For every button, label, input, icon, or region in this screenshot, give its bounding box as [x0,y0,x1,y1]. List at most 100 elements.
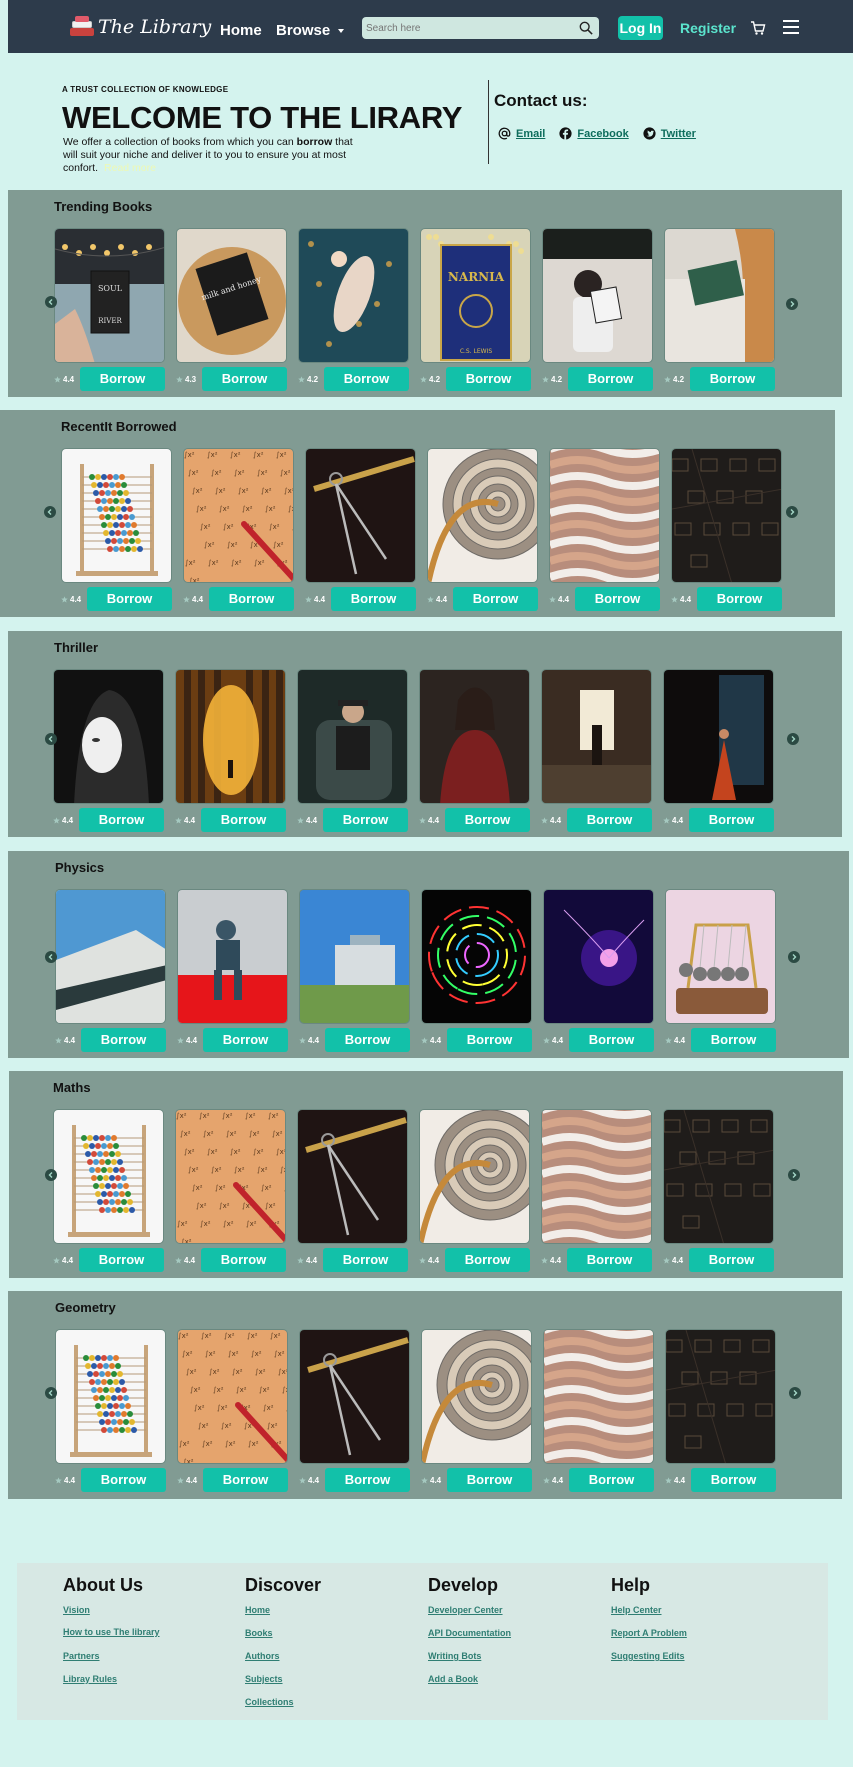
book-cover-image[interactable] [543,1329,654,1464]
footer-link-api-documentation[interactable]: API Documentation [428,1628,511,1638]
book-cover-image[interactable] [421,889,532,1024]
borrow-button[interactable]: Borrow [201,1248,286,1272]
footer-link-partners[interactable]: Partners [63,1651,160,1661]
footer-link-vision[interactable]: Vision [63,1605,160,1615]
book-cover-image[interactable] [541,669,652,804]
carousel-prev-button[interactable] [45,1387,57,1399]
carousel-next-button[interactable] [789,1387,801,1399]
book-cover-image[interactable] [665,889,776,1024]
footer-link-writing-bots[interactable]: Writing Bots [428,1651,511,1661]
book-cover-image[interactable] [299,1329,410,1464]
borrow-button[interactable]: Borrow [447,1028,532,1052]
book-cover-image[interactable] [177,889,288,1024]
book-cover-image[interactable] [421,1329,532,1464]
borrow-button[interactable]: Borrow [203,1468,288,1492]
borrow-button[interactable]: Borrow [567,808,652,832]
carousel-prev-button[interactable] [45,951,57,963]
carousel-next-button[interactable] [788,1169,800,1181]
book-cover-image[interactable] [419,1109,530,1244]
borrow-button[interactable]: Borrow [201,808,286,832]
book-cover-image[interactable] [664,228,775,363]
contact-facebook-link[interactable]: Facebook [559,127,629,140]
footer-link-add-a-book[interactable]: Add a Book [428,1674,511,1684]
borrow-button[interactable]: Borrow [569,1028,654,1052]
borrow-button[interactable]: Borrow [445,1248,530,1272]
book-cover-image[interactable] [298,228,409,363]
nav-home-link[interactable]: Home [220,22,262,39]
borrow-button[interactable]: Borrow [87,587,172,611]
brand-logo[interactable]: The Library [70,12,211,42]
book-cover-image[interactable]: NARNIA C.S. LEWIS [420,228,531,363]
borrow-button[interactable]: Borrow [568,367,653,391]
borrow-button[interactable]: Borrow [689,808,774,832]
borrow-button[interactable]: Borrow [80,367,165,391]
borrow-button[interactable]: Borrow [324,367,409,391]
carousel-next-button[interactable] [786,298,798,310]
carousel-next-button[interactable] [786,506,798,518]
borrow-button[interactable]: Borrow [445,808,530,832]
borrow-button[interactable]: Borrow [575,587,660,611]
footer-link-books[interactable]: Books [245,1628,321,1638]
footer-link-report-problem[interactable]: Report A Problem [611,1628,687,1638]
book-cover-image[interactable] [543,889,654,1024]
footer-link-suggesting-edits[interactable]: Suggesting Edits [611,1651,687,1661]
book-cover-image[interactable] [671,448,782,583]
book-cover-image[interactable] [419,669,530,804]
book-cover-image[interactable] [297,669,408,804]
book-cover-image[interactable] [665,1329,776,1464]
borrow-button[interactable]: Borrow [209,587,294,611]
borrow-button[interactable]: Borrow [690,367,775,391]
register-link[interactable]: Register [680,20,736,36]
contact-email-link[interactable]: Email [498,127,545,140]
book-cover-image[interactable] [55,889,166,1024]
borrow-button[interactable]: Borrow [323,808,408,832]
footer-link-how-to-use[interactable]: How to use The library [63,1627,160,1637]
borrow-button[interactable]: Borrow [323,1248,408,1272]
book-cover-image[interactable]: SOUL RIVER [54,228,165,363]
book-cover-image[interactable] [663,1109,774,1244]
borrow-button[interactable]: Borrow [691,1468,776,1492]
borrow-button[interactable]: Borrow [446,367,531,391]
book-cover-image[interactable] [175,669,286,804]
footer-link-developer-center[interactable]: Developer Center [428,1605,511,1615]
borrow-button[interactable]: Borrow [202,367,287,391]
borrow-button[interactable]: Borrow [331,587,416,611]
borrow-button[interactable]: Borrow [453,587,538,611]
borrow-button[interactable]: Borrow [79,808,164,832]
borrow-button[interactable]: Borrow [697,587,782,611]
footer-link-authors[interactable]: Authors [245,1651,321,1661]
carousel-prev-button[interactable] [45,296,57,308]
contact-twitter-link[interactable]: Twitter [643,127,696,140]
book-cover-image[interactable]: ∫x² ∫x² ∫x² ∫x² ∫x² ∫x² ∫x² ∫x² ∫x² ∫x² ∫x² ∫x² ∫x² ∫… [177,1329,288,1464]
book-cover-image[interactable] [305,448,416,583]
carousel-prev-button[interactable] [45,1169,57,1181]
book-cover-image[interactable]: ∫x² ∫x² ∫x² ∫x² ∫x² ∫x² ∫x² ∫x² ∫x² ∫x² ∫x² ∫x² ∫x² ∫… [175,1109,286,1244]
book-cover-image[interactable] [549,448,660,583]
borrow-button[interactable]: Borrow [203,1028,288,1052]
book-cover-image[interactable] [53,1109,164,1244]
book-cover-image[interactable] [53,669,164,804]
hamburger-menu-icon[interactable] [783,20,799,34]
book-cover-image[interactable] [663,669,774,804]
borrow-button[interactable]: Borrow [689,1248,774,1272]
book-cover-image[interactable] [61,448,172,583]
borrow-button[interactable]: Borrow [691,1028,776,1052]
book-cover-image[interactable]: ∫x² ∫x² ∫x² ∫x² ∫x² ∫x² ∫x² ∫x² ∫x² ∫x² ∫x² ∫x² ∫x² ∫… [183,448,294,583]
book-cover-image[interactable] [297,1109,408,1244]
book-cover-image[interactable] [542,228,653,363]
carousel-prev-button[interactable] [44,506,56,518]
borrow-button[interactable]: Borrow [567,1248,652,1272]
footer-link-home[interactable]: Home [245,1605,321,1615]
login-button[interactable]: Log In [618,16,663,40]
footer-link-collections[interactable]: Collections [245,1697,321,1707]
borrow-button[interactable]: Borrow [447,1468,532,1492]
read-more-link[interactable]: Read more [104,162,156,174]
borrow-button[interactable]: Borrow [79,1248,164,1272]
carousel-prev-button[interactable] [45,733,57,745]
book-cover-image[interactable] [427,448,538,583]
borrow-button[interactable]: Borrow [81,1468,166,1492]
borrow-button[interactable]: Borrow [325,1028,410,1052]
cart-icon[interactable] [750,20,766,36]
book-cover-image[interactable] [299,889,410,1024]
search-input[interactable] [362,17,572,39]
